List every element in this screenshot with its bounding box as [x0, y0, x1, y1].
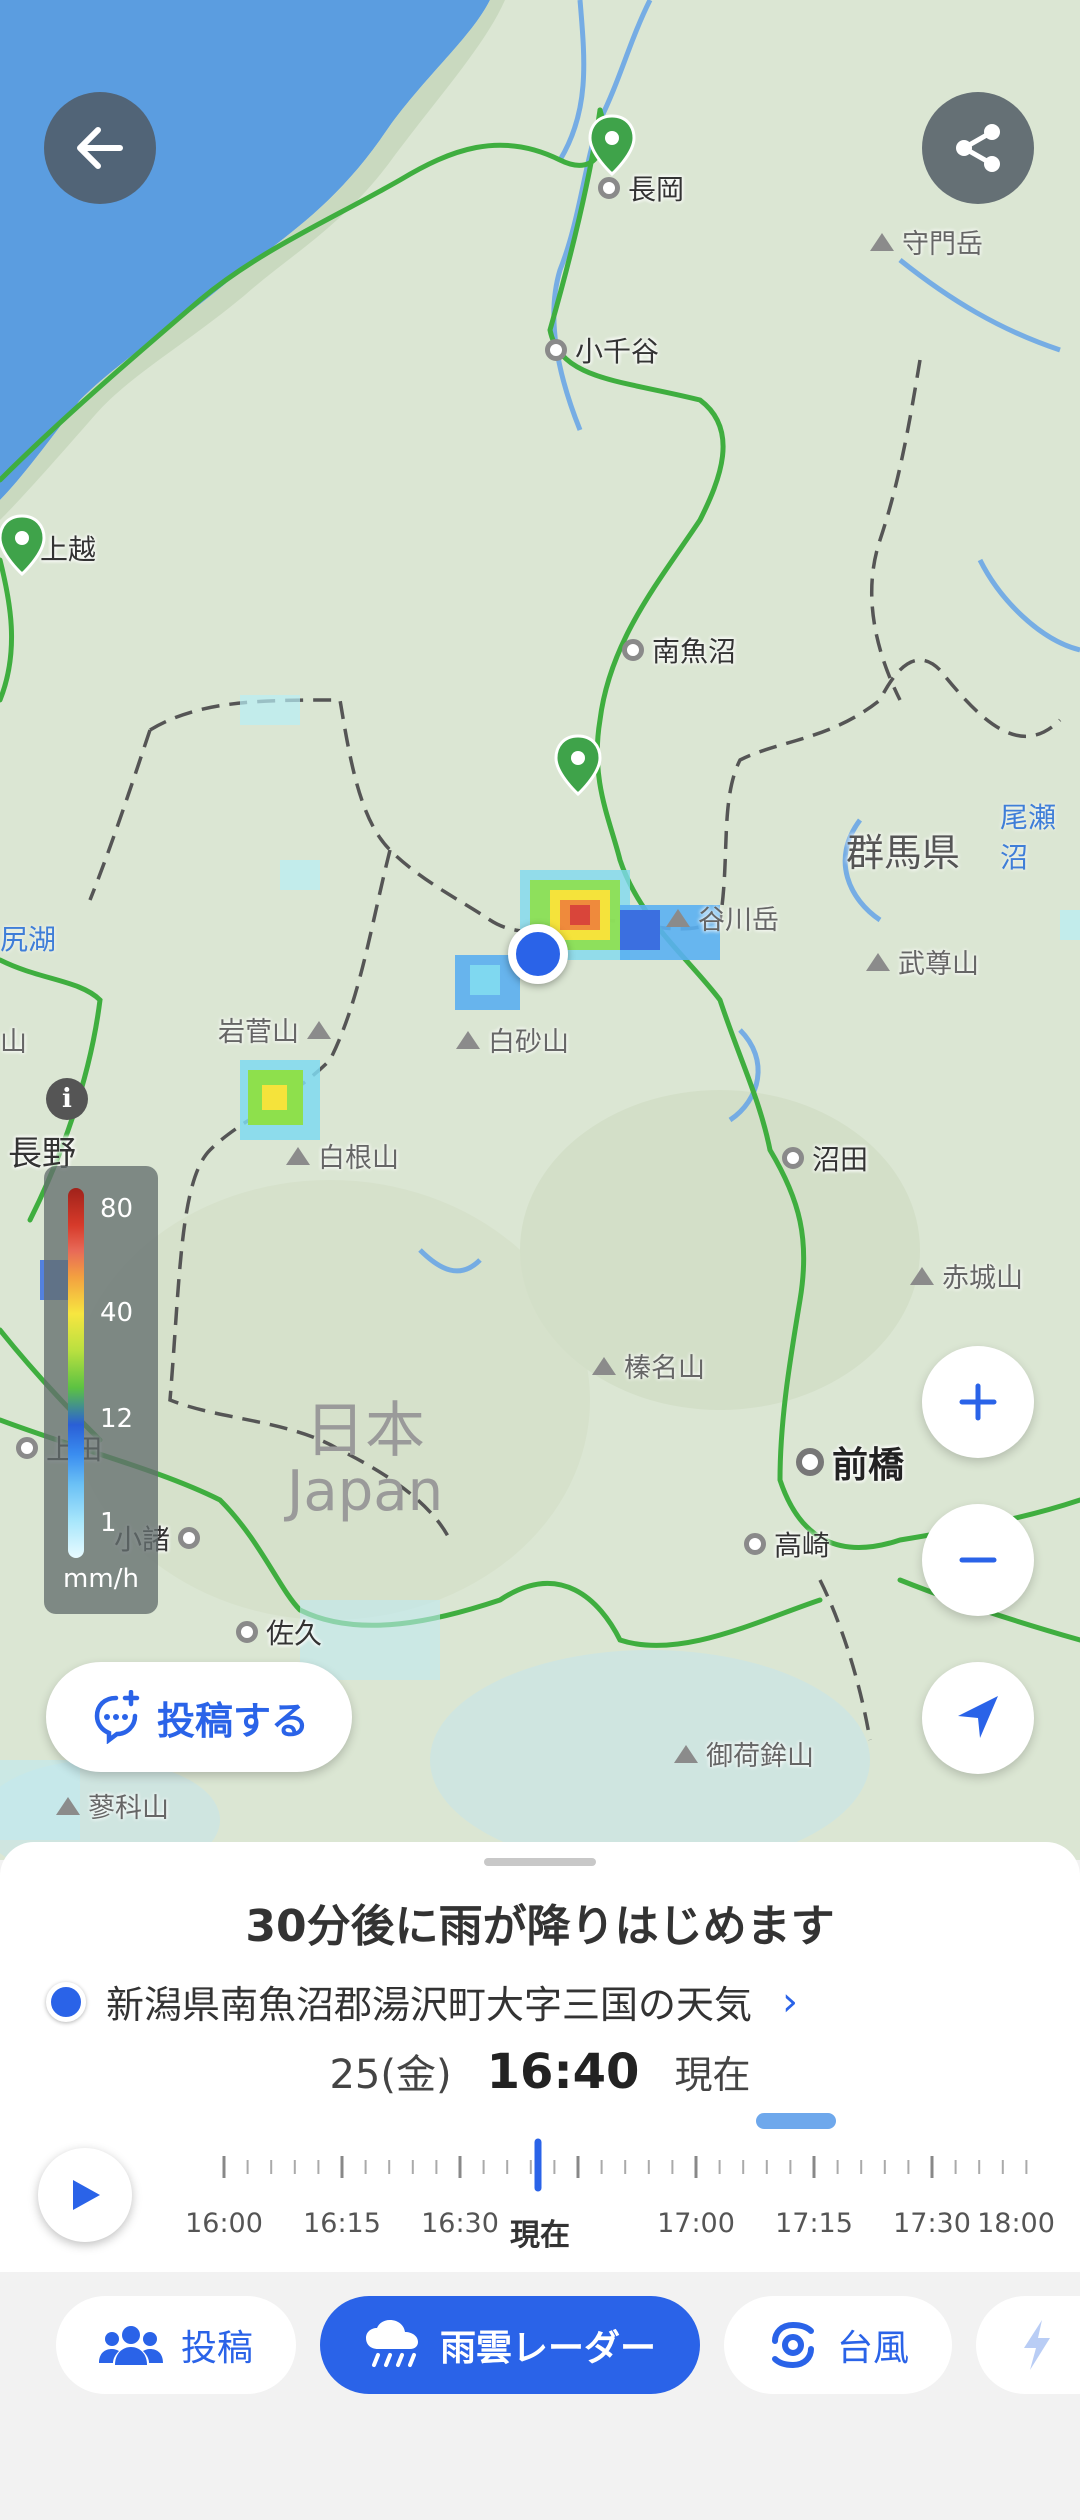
place-label: 南魚沼: [622, 630, 736, 670]
legend-unit: mm/h: [63, 1564, 139, 1594]
timeline-label: 16:30: [421, 2208, 499, 2239]
navigation-arrow-icon: [958, 1696, 998, 1738]
mountain-label: 赤城山: [910, 1256, 1023, 1295]
nav-post[interactable]: 投稿: [56, 2296, 296, 2394]
current-location-dot: [508, 924, 568, 984]
timeline-label: 17:15: [775, 2208, 853, 2239]
nav-rain-radar[interactable]: 雨雲レーダー: [320, 2296, 700, 2394]
location-name: 新潟県南魚沼郡湯沢町大字三国の天気: [106, 1983, 753, 2027]
plus-icon: [959, 1383, 997, 1421]
country-label: 日本 Japan: [286, 1396, 444, 1524]
nav-rain-radar-label: 雨雲レーダー: [439, 2328, 656, 2369]
my-location-button[interactable]: [922, 1662, 1034, 1774]
nav-typhoon-label: 台風: [836, 2328, 909, 2369]
rain-cloud-icon: [365, 2320, 418, 2367]
lake-label: 尻湖: [0, 923, 57, 956]
legend-tick: 80: [100, 1194, 134, 1224]
location-row[interactable]: 新潟県南魚沼郡湯沢町大字三国の天気 ›: [46, 1974, 798, 2029]
map-pin-icon[interactable]: [586, 114, 638, 178]
rain-forecast-headline: 30分後に雨が降りはじめます: [245, 1901, 835, 1952]
post-button-label: 投稿する: [156, 1698, 309, 1743]
place-label: 沼田: [782, 1138, 868, 1178]
map-pin-icon[interactable]: [0, 514, 48, 578]
place-label: 佐久: [236, 1612, 322, 1652]
nav-post-label: 投稿: [180, 2328, 253, 2369]
mountain-label: 守門岳: [870, 222, 983, 261]
mountain-label: 武尊山: [866, 942, 979, 981]
legend-tick: 1: [100, 1508, 117, 1538]
timeline-label: 16:00: [185, 2208, 263, 2239]
current-time-row: 25(金) 16:40 現在: [0, 2042, 1080, 2100]
timeline-label: 16:15: [303, 2208, 381, 2239]
zoom-out-button[interactable]: [922, 1504, 1034, 1616]
lightning-icon: [1024, 2320, 1050, 2370]
mountain-label: 白根山: [286, 1136, 399, 1175]
prefecture-label: 群馬県: [846, 831, 961, 875]
date-label: 25(金): [329, 2052, 452, 2098]
place-label: 前橋: [796, 1436, 904, 1488]
mountain-label: 榛名山: [592, 1346, 705, 1385]
arrow-left-icon: [77, 127, 123, 169]
legend-tick: 40: [100, 1298, 134, 1328]
zoom-in-button[interactable]: [922, 1346, 1034, 1458]
timeline-ticks: [222, 2138, 1028, 2192]
legend-tick: 12: [100, 1404, 134, 1434]
mountain-label: 谷川岳: [666, 898, 779, 937]
play-button[interactable]: [38, 2148, 132, 2242]
chevron-right-icon: ›: [782, 1978, 799, 2025]
post-button[interactable]: 投稿する: [46, 1662, 352, 1772]
place-label: 小千谷: [545, 330, 659, 370]
time-label: 16:40: [486, 2044, 640, 2100]
timeline-label: 17:00: [657, 2208, 735, 2239]
place-label: 上越: [40, 533, 97, 566]
timeline-label: 18:00: [977, 2208, 1055, 2239]
mountain-label: 岩菅山: [218, 1010, 331, 1049]
place-label: 高崎: [744, 1524, 830, 1564]
back-button[interactable]: [44, 92, 156, 204]
legend-color-scale: [68, 1188, 84, 1558]
mountain-label: 山: [0, 1027, 27, 1058]
share-button[interactable]: [922, 92, 1034, 204]
nav-typhoon[interactable]: 台風: [724, 2296, 952, 2394]
typhoon-icon: [771, 2322, 814, 2368]
bottom-nav: 投稿 雨雲レーダー 台風: [0, 2272, 1080, 2520]
mountain-label: 白砂山: [456, 1020, 569, 1059]
share-icon: [956, 124, 1000, 172]
location-dot-icon: [46, 1981, 86, 2022]
mountain-label: 御荷鉾山: [674, 1734, 814, 1773]
now-label: 現在: [674, 2053, 751, 2097]
lake-label: 尾瀬沼: [1000, 801, 1057, 874]
mountain-label: 蓼科山: [56, 1786, 169, 1825]
add-comment-icon: [94, 1690, 140, 1744]
nav-lightning[interactable]: [976, 2296, 1080, 2394]
timeline-label: 17:30: [893, 2208, 971, 2239]
minus-icon: [959, 1557, 997, 1563]
info-icon[interactable]: i: [46, 1078, 88, 1120]
timeline-current-label: 現在: [510, 2218, 570, 2253]
rain-legend: 80 40 12 1 mm/h: [44, 1166, 158, 1614]
timeline-slider[interactable]: 16:00 16:15 16:30 現在 17:00 17:15 17:30 1…: [180, 2126, 1060, 2253]
people-icon: [98, 2326, 163, 2365]
map-pin-icon[interactable]: [552, 734, 604, 798]
sheet-handle[interactable]: [484, 1858, 596, 1866]
radar-screen: 長岡 小千谷 上越 南魚沼 沼田 前橋 高崎 小諸 佐久 長野 上田 守門岳 谷…: [0, 0, 1080, 2520]
rain-radar-map[interactable]: 長岡 小千谷 上越 南魚沼 沼田 前橋 高崎 小諸 佐久 長野 上田 守門岳 谷…: [0, 0, 1080, 1860]
play-icon: [73, 2180, 100, 2210]
